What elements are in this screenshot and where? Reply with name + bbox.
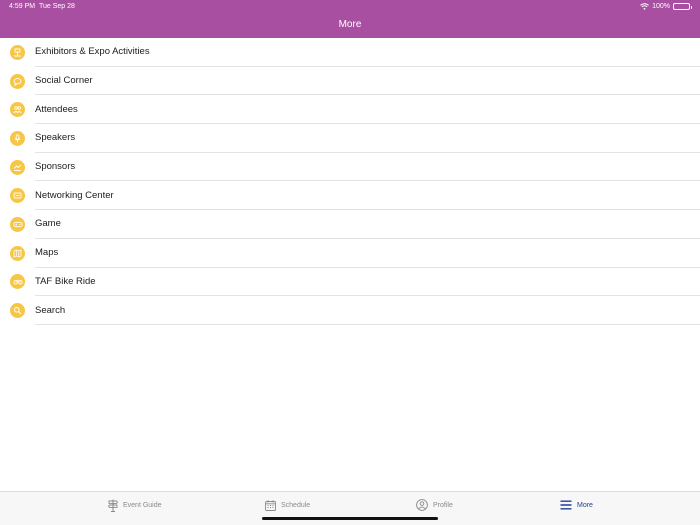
sponsors-icon — [10, 159, 25, 175]
calendar-icon — [265, 499, 276, 511]
menu-item-label: Exhibitors & Expo Activities — [35, 46, 150, 58]
signpost-icon — [108, 499, 118, 512]
menu-item-speakers[interactable]: Speakers — [0, 124, 700, 153]
menu-item-exhibitors[interactable]: Exhibitors & Expo Activities — [0, 38, 700, 67]
tab-profile[interactable]: Profile — [416, 498, 453, 512]
tab-schedule[interactable]: Schedule — [265, 498, 310, 512]
attendees-icon — [10, 102, 25, 118]
menu-item-label: Speakers — [35, 132, 76, 144]
app-header: 4:59 PM Tue Sep 28 100% More — [0, 0, 700, 38]
menu-item-sponsors[interactable]: Sponsors — [0, 153, 700, 182]
search-icon — [10, 303, 25, 319]
profile-icon — [416, 499, 428, 511]
battery-percent: 100% — [652, 3, 670, 10]
menu-icon — [560, 500, 572, 510]
menu-item-game[interactable]: Game — [0, 210, 700, 239]
bike-ride-icon — [10, 274, 25, 290]
more-menu-list: Exhibitors & Expo Activities Social Corn… — [0, 38, 700, 325]
menu-item-label: Social Corner — [35, 75, 93, 87]
menu-item-networking-center[interactable]: Networking Center — [0, 181, 700, 210]
wifi-icon — [640, 3, 649, 10]
page-title: More — [338, 19, 362, 30]
menu-item-label: Sponsors — [35, 161, 76, 173]
menu-item-label: Game — [35, 218, 61, 230]
game-icon — [10, 216, 25, 232]
tab-label: Event Guide — [123, 501, 162, 509]
menu-item-search[interactable]: Search — [0, 296, 700, 325]
tab-label: Schedule — [281, 501, 311, 509]
battery-icon — [673, 3, 692, 10]
tab-event-guide[interactable]: Event Guide — [108, 498, 162, 512]
menu-item-label: Search — [35, 304, 66, 316]
maps-icon — [10, 245, 25, 261]
networking-icon — [10, 188, 25, 204]
menu-item-taf-bike-ride[interactable]: TAF Bike Ride — [0, 268, 700, 297]
tab-label: Profile — [433, 501, 453, 509]
status-indicators: 100% — [640, 0, 692, 13]
exhibitors-icon — [10, 44, 25, 60]
tab-more[interactable]: More — [560, 498, 593, 512]
menu-item-maps[interactable]: Maps — [0, 239, 700, 268]
menu-item-label: TAF Bike Ride — [35, 275, 96, 287]
menu-item-social-corner[interactable]: Social Corner — [0, 67, 700, 96]
speakers-icon — [10, 130, 25, 146]
status-time: 4:59 PM — [9, 3, 36, 10]
menu-item-label: Attendees — [35, 103, 78, 115]
home-indicator — [262, 517, 438, 520]
status-date: Tue Sep 28 — [39, 3, 75, 10]
menu-item-label: Networking Center — [35, 189, 114, 201]
social-corner-icon — [10, 73, 25, 89]
tab-label: More — [577, 501, 593, 509]
status-bar: 4:59 PM Tue Sep 28 100% — [0, 0, 700, 13]
menu-item-label: Maps — [35, 247, 59, 259]
menu-item-attendees[interactable]: Attendees — [0, 95, 700, 124]
